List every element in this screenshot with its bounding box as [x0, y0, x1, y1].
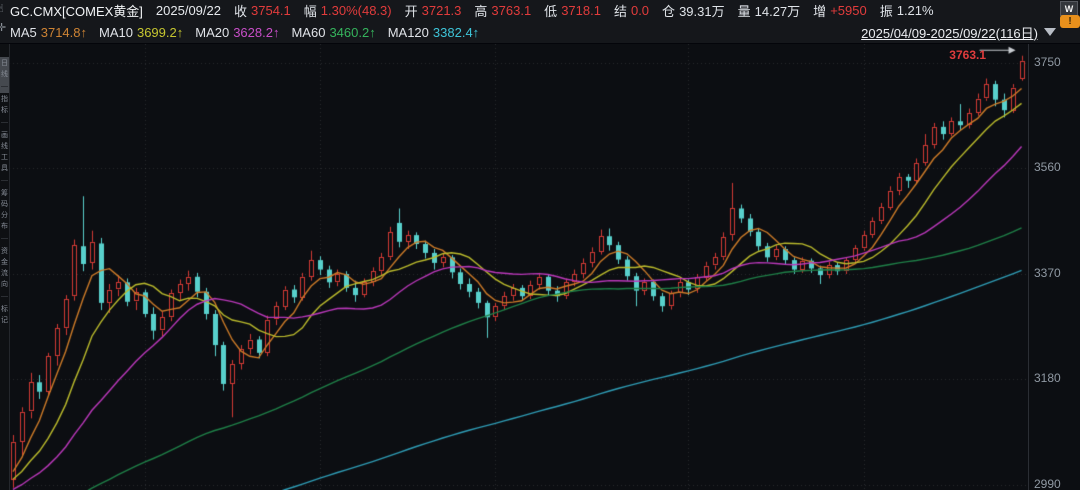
- ma-item-MA20: MA203628.2↑: [195, 25, 279, 40]
- tool-strip-glyph[interactable]: 分: [0, 212, 9, 219]
- tool-strip-glyph[interactable]: 指: [0, 96, 9, 103]
- quote-field-振: 振1.21%: [880, 1, 934, 20]
- ma-item-MA10: MA103699.2↑: [99, 25, 183, 40]
- ma-item-MA60: MA603460.2↑: [291, 25, 375, 40]
- quote-field-量: 量14.27万: [738, 1, 801, 20]
- left-tool-strip[interactable]: 日线指标画线工具筹码分布资金流向标记: [0, 44, 10, 490]
- tool-strip-glyph[interactable]: 金: [0, 259, 9, 266]
- alert-overlay-icon[interactable]: !: [1060, 15, 1080, 28]
- quote-field-收: 收3754.1: [234, 1, 291, 20]
- last-price-annotation: 3763.1: [949, 48, 986, 62]
- tool-strip-glyph[interactable]: 标: [0, 306, 9, 313]
- price-tick-label: 3180: [1034, 372, 1061, 385]
- ma-legend-bar: MA53714.8↑ MA103699.2↑ MA203628.2↑ MA603460…: [0, 21, 1080, 44]
- tool-strip-divider: [1, 296, 8, 297]
- chevron-down-icon[interactable]: [1044, 28, 1056, 36]
- price-tick-label: 3560: [1034, 161, 1061, 174]
- pointer-tool-icon[interactable]: ☝: [0, 2, 4, 15]
- tool-strip-glyph[interactable]: 筹: [0, 190, 9, 197]
- tool-strip-glyph[interactable]: 标: [0, 107, 9, 114]
- price-tick-label: 3370: [1034, 267, 1061, 280]
- tool-strip-glyph[interactable]: 线: [0, 71, 9, 78]
- date-range-label[interactable]: 2025/04/09-2025/09/22(116日): [861, 23, 1038, 42]
- tool-strip-glyph[interactable]: 码: [0, 201, 9, 208]
- tool-strip-glyph[interactable]: 日: [0, 60, 9, 67]
- tool-strip-divider: [1, 86, 8, 87]
- tool-strip-divider: [1, 238, 8, 239]
- price-axis: 3750 3560 3370 3180 2990: [1028, 44, 1080, 490]
- tool-strip-divider: [1, 122, 8, 123]
- ma-values: MA53714.8↑ MA103699.2↑ MA203628.2↑ MA603460…: [10, 25, 479, 40]
- quote-field-开: 开3721.3: [405, 1, 462, 20]
- quote-field-增: 增+5950: [813, 1, 867, 20]
- quote-field-低: 低3718.1: [544, 1, 601, 20]
- symbol-name: GC.CMX[COMEX黄金]: [10, 1, 143, 20]
- tool-strip-glyph[interactable]: 流: [0, 270, 9, 277]
- trade-date: 2025/09/22: [156, 3, 221, 18]
- quote-field-结: 结0.0: [614, 1, 649, 20]
- tool-strip-glyph[interactable]: 向: [0, 281, 9, 288]
- price-tick-label: 2990: [1034, 478, 1061, 490]
- tool-strip-glyph[interactable]: 资: [0, 248, 9, 255]
- tool-strip-glyph[interactable]: 记: [0, 317, 9, 324]
- candlestick-chart[interactable]: [9, 44, 1028, 490]
- w-overlay-icon[interactable]: W: [1060, 1, 1078, 16]
- date-range-selector[interactable]: 2025/04/09-2025/09/22(116日): [861, 23, 1080, 42]
- tool-strip-glyph[interactable]: 具: [0, 165, 9, 172]
- tool-strip-glyph[interactable]: 布: [0, 223, 9, 230]
- tool-strip-glyph[interactable]: 线: [0, 143, 9, 150]
- quote-field-幅: 幅1.30%(48.3): [304, 1, 392, 20]
- price-tick-label: 3750: [1034, 56, 1061, 69]
- quote-field-仓: 仓39.31万: [662, 1, 725, 20]
- ma-item-MA120: MA1203382.4↑: [388, 25, 479, 40]
- ma-item-MA5: MA53714.8↑: [10, 25, 87, 40]
- tool-strip-glyph[interactable]: 工: [0, 154, 9, 161]
- quote-field-高: 高3763.1: [474, 1, 531, 20]
- tool-strip-glyph[interactable]: 画: [0, 132, 9, 139]
- quote-fields: 收3754.1 幅1.30%(48.3) 开3721.3 高3763.1 低3718.1…: [234, 1, 934, 20]
- crosshair-tool-icon[interactable]: ✛: [0, 21, 6, 34]
- tool-strip-divider: [1, 180, 8, 181]
- quote-info-bar: GC.CMX[COMEX黄金] 2025/09/22 收3754.1 幅1.30%…: [0, 0, 1080, 21]
